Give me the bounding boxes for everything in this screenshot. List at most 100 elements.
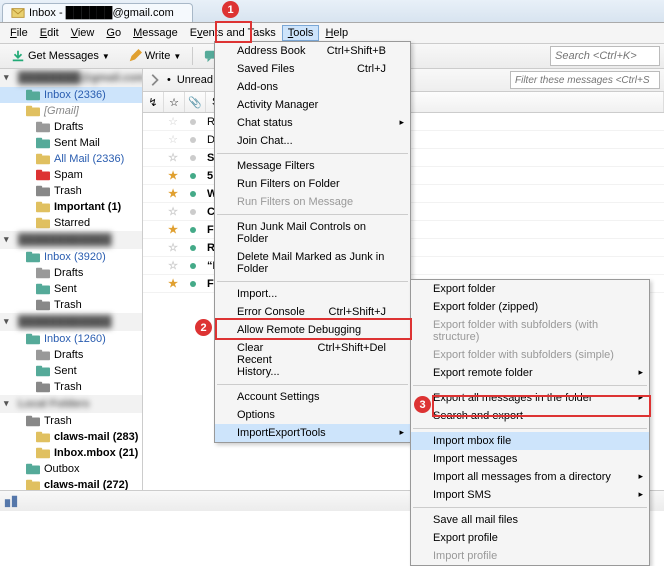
- filter-input[interactable]: [510, 71, 660, 89]
- menu-item[interactable]: Import messages: [411, 450, 649, 468]
- folder-item[interactable]: Outbox: [0, 461, 142, 477]
- folder-item[interactable]: Inbox.mbox (21): [0, 445, 142, 461]
- account-header[interactable]: ████████████: [0, 313, 142, 331]
- menu-item[interactable]: Export profile: [411, 529, 649, 547]
- menu-item[interactable]: Run Junk Mail Controls on Folder: [215, 218, 410, 248]
- folder-icon: [36, 201, 50, 213]
- menu-item[interactable]: Export folder (zipped): [411, 298, 649, 316]
- star-cell[interactable]: ★: [163, 167, 183, 184]
- account-header[interactable]: ████████@gmail.com: [0, 69, 142, 87]
- menu-help[interactable]: Help: [319, 25, 354, 41]
- folder-item[interactable]: Drafts: [0, 347, 142, 363]
- status-icon[interactable]: [4, 494, 18, 508]
- search-input[interactable]: [550, 46, 660, 66]
- arrow-icon[interactable]: [147, 73, 161, 87]
- folder-item[interactable]: Starred: [0, 215, 142, 231]
- read-cell[interactable]: [183, 275, 203, 292]
- menu-events[interactable]: Events and Tasks: [184, 25, 282, 41]
- folder-item[interactable]: Important (1): [0, 199, 142, 215]
- folder-item[interactable]: claws-mail (283): [0, 429, 142, 445]
- menu-item[interactable]: Import...: [215, 285, 410, 303]
- menu-item[interactable]: Import mbox file: [411, 432, 649, 450]
- read-cell[interactable]: [183, 131, 203, 148]
- read-dot-icon: [190, 119, 196, 125]
- folder-item[interactable]: Inbox (1260): [0, 331, 142, 347]
- folder-item[interactable]: Trash: [0, 413, 142, 429]
- menu-item[interactable]: Export folder: [411, 280, 649, 298]
- menu-item[interactable]: Error ConsoleCtrl+Shift+J: [215, 303, 410, 321]
- menu-item[interactable]: Export remote folder: [411, 364, 649, 382]
- star-cell[interactable]: ☆: [163, 131, 183, 148]
- folder-item[interactable]: [Gmail]: [0, 103, 142, 119]
- folder-item[interactable]: Drafts: [0, 265, 142, 281]
- menu-item[interactable]: Activity Manager: [215, 96, 410, 114]
- read-cell[interactable]: [183, 257, 203, 274]
- folder-item[interactable]: Trash: [0, 183, 142, 199]
- folder-item[interactable]: Inbox (3920): [0, 249, 142, 265]
- folder-item[interactable]: Spam: [0, 167, 142, 183]
- read-cell[interactable]: [183, 239, 203, 256]
- star-cell[interactable]: ☆: [163, 257, 183, 274]
- filter-unread[interactable]: Unread: [177, 74, 213, 86]
- menu-item[interactable]: Save all mail files: [411, 511, 649, 529]
- menu-item[interactable]: Clear Recent History...Ctrl+Shift+Del: [215, 339, 410, 381]
- window-tab[interactable]: Inbox - ██████@gmail.com: [2, 3, 193, 22]
- col-thread[interactable]: ↯: [143, 92, 164, 112]
- read-cell[interactable]: [183, 221, 203, 238]
- star-cell[interactable]: ★: [163, 221, 183, 238]
- menu-item[interactable]: Account Settings: [215, 388, 410, 406]
- star-cell[interactable]: ☆: [163, 149, 183, 166]
- get-messages-button[interactable]: Get Messages ▼: [4, 46, 117, 66]
- menu-item[interactable]: Add-ons: [215, 78, 410, 96]
- star-cell[interactable]: ☆: [163, 113, 183, 130]
- read-cell[interactable]: [183, 113, 203, 130]
- menu-item[interactable]: Join Chat...: [215, 132, 410, 150]
- star-cell[interactable]: ☆: [163, 203, 183, 220]
- col-star[interactable]: ☆: [164, 92, 185, 112]
- folder-label: All Mail (2336): [54, 153, 124, 165]
- menu-file[interactable]: File: [4, 25, 34, 41]
- menu-view[interactable]: View: [65, 25, 101, 41]
- menu-item[interactable]: Saved FilesCtrl+J: [215, 60, 410, 78]
- menu-item[interactable]: Export all messages in the folder: [411, 389, 649, 407]
- read-cell[interactable]: [183, 167, 203, 184]
- folder-item[interactable]: Sent: [0, 363, 142, 379]
- account-header[interactable]: Local Folders: [0, 395, 142, 413]
- write-button[interactable]: Write ▼: [121, 46, 188, 66]
- read-dot-icon: [190, 209, 196, 215]
- star-cell[interactable]: ★: [163, 185, 183, 202]
- menu-item[interactable]: ImportExportTools: [215, 424, 410, 442]
- star-cell[interactable]: ☆: [163, 239, 183, 256]
- menu-item-label: Import mbox file: [433, 435, 511, 447]
- read-cell[interactable]: [183, 185, 203, 202]
- folder-item[interactable]: Sent Mail: [0, 135, 142, 151]
- folder-item[interactable]: All Mail (2336): [0, 151, 142, 167]
- menu-item[interactable]: Import SMS: [411, 486, 649, 504]
- menu-item[interactable]: Search and export: [411, 407, 649, 425]
- thread-cell: [143, 149, 163, 166]
- star-icon: ☆: [168, 259, 178, 272]
- folder-item[interactable]: Inbox (2336): [0, 87, 142, 103]
- menu-item[interactable]: Allow Remote Debugging: [215, 321, 410, 339]
- menu-tools[interactable]: Tools: [282, 25, 320, 41]
- menu-item[interactable]: Run Filters on Folder: [215, 175, 410, 193]
- account-header[interactable]: ████████████: [0, 231, 142, 249]
- menu-edit[interactable]: Edit: [34, 25, 65, 41]
- star-cell[interactable]: ★: [163, 275, 183, 292]
- folder-item[interactable]: Trash: [0, 379, 142, 395]
- folder-item[interactable]: Drafts: [0, 119, 142, 135]
- read-cell[interactable]: [183, 203, 203, 220]
- menu-item[interactable]: Options: [215, 406, 410, 424]
- menu-item[interactable]: Message Filters: [215, 157, 410, 175]
- menu-item[interactable]: Delete Mail Marked as Junk in Folder: [215, 248, 410, 278]
- menu-item[interactable]: Address BookCtrl+Shift+B: [215, 42, 410, 60]
- read-cell[interactable]: [183, 149, 203, 166]
- folder-item[interactable]: Sent: [0, 281, 142, 297]
- menu-item[interactable]: Chat status: [215, 114, 410, 132]
- folder-label: Trash: [54, 185, 82, 197]
- col-attach[interactable]: 📎: [185, 92, 206, 112]
- folder-item[interactable]: Trash: [0, 297, 142, 313]
- menu-go[interactable]: Go: [100, 25, 127, 41]
- menu-message[interactable]: Message: [127, 25, 184, 41]
- menu-item[interactable]: Import all messages from a directory: [411, 468, 649, 486]
